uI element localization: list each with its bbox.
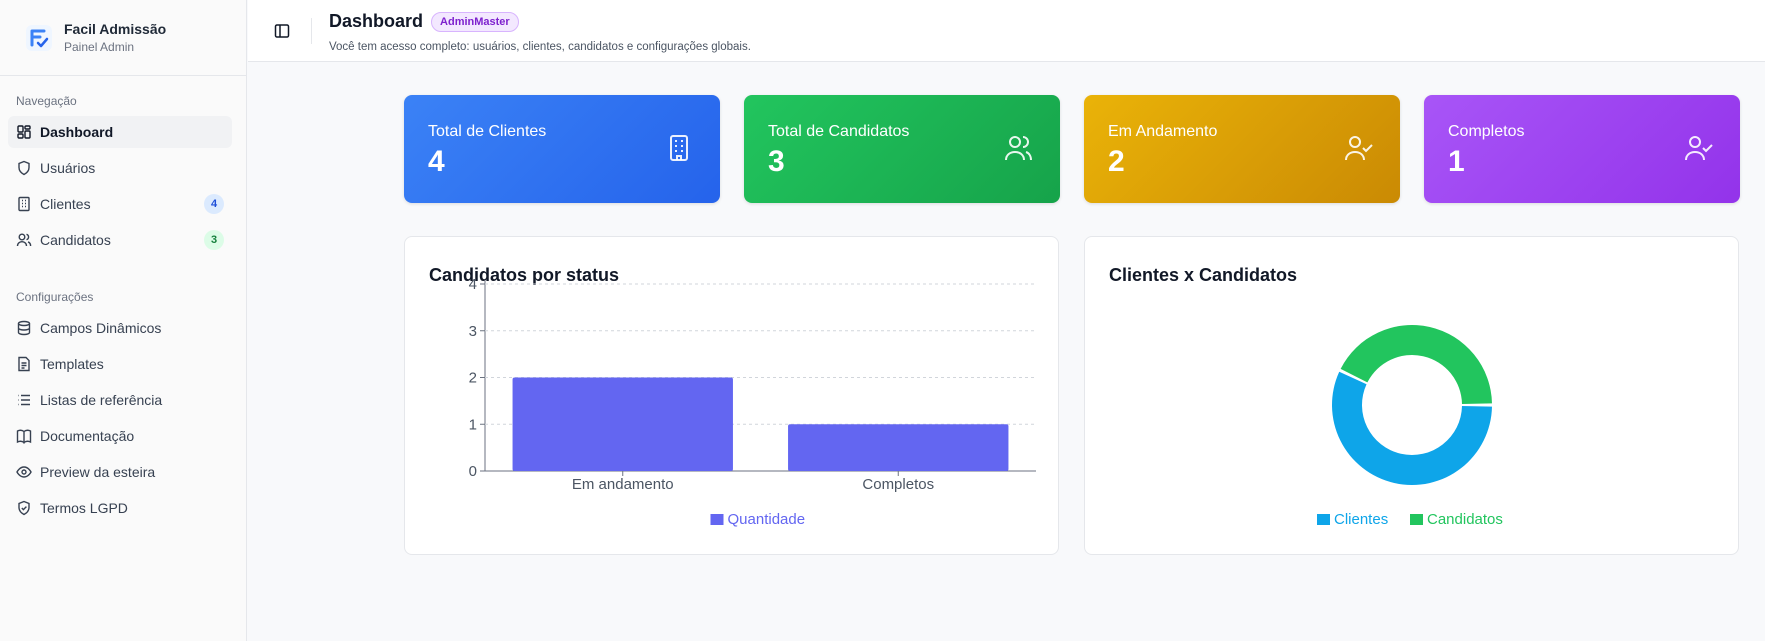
chart-card-candidatos-status: Candidatos por status 0 1 2 3 4 Em andamento C… xyxy=(404,236,1059,555)
page-title: Dashboard xyxy=(329,11,424,31)
donut-chart: Clientes Candidatos xyxy=(1317,324,1503,528)
bar-chart: 0 1 2 3 4 Em andamento Completos Quantidade xyxy=(469,276,1036,528)
sidebar-item-listas-referencia[interactable]: Listas de referência xyxy=(8,384,232,416)
chart-legend: Clientes Candidatos xyxy=(1317,511,1503,528)
dashboard-icon xyxy=(16,124,32,140)
x-tick-label: Completos xyxy=(862,476,934,493)
y-tick-label: 1 xyxy=(469,416,477,433)
y-tick-label: 2 xyxy=(469,370,477,387)
legend-label: Quantidade xyxy=(728,511,806,528)
database-icon xyxy=(16,320,32,336)
sidebar-toggle-button[interactable] xyxy=(270,19,294,43)
users-icon xyxy=(16,232,32,248)
header-divider xyxy=(311,18,312,44)
sidebar-item-label: Campos Dinâmicos xyxy=(40,320,162,336)
sidebar-item-termos-lgpd[interactable]: Termos LGPD xyxy=(8,492,232,524)
stat-card-em-andamento: Em Andamento 2 xyxy=(1084,95,1400,203)
sidebar-item-label: Documentação xyxy=(40,428,135,444)
user-check-icon xyxy=(1685,136,1713,161)
top-header: Dashboard AdminMaster Você tem acesso co… xyxy=(248,0,1765,62)
clientes-count-badge: 4 xyxy=(204,194,224,214)
brand-subtitle: Painel Admin xyxy=(64,40,135,54)
config-section-label: Configurações xyxy=(16,290,94,304)
sidebar-item-label: Templates xyxy=(40,356,104,372)
sidebar: Facil Admissão Painel Admin Navegação Da… xyxy=(0,0,247,641)
sidebar-item-label: Candidatos xyxy=(40,232,111,248)
legend-label: Candidatos xyxy=(1427,511,1503,528)
stat-card-completos: Completos 1 xyxy=(1424,95,1740,203)
stat-label: Total de Clientes xyxy=(428,123,547,140)
brand-name: Facil Admissão xyxy=(64,21,167,37)
nav-section-label: Navegação xyxy=(16,94,77,108)
nav-list: Dashboard Usuários Clientes 4 Candidatos… xyxy=(8,116,232,260)
stat-card-total-candidatos: Total de Candidatos 3 xyxy=(744,95,1060,203)
x-tick-label: Em andamento xyxy=(572,476,674,493)
candidatos-count-badge: 3 xyxy=(204,230,224,250)
panel-left-icon xyxy=(274,24,290,38)
stat-card-total-clientes: Total de Clientes 4 xyxy=(404,95,720,203)
bar xyxy=(788,424,1009,471)
sidebar-item-label: Termos LGPD xyxy=(40,500,128,516)
page-description: Você tem acesso completo: usuários, clie… xyxy=(329,41,751,53)
sidebar-item-candidatos[interactable]: Candidatos 3 xyxy=(8,224,232,256)
sidebar-item-label: Dashboard xyxy=(40,124,114,140)
sidebar-item-dashboard[interactable]: Dashboard xyxy=(8,116,232,148)
stat-value: 1 xyxy=(1448,145,1465,178)
sidebar-item-label: Usuários xyxy=(40,160,96,176)
users-icon xyxy=(1005,136,1032,161)
list-icon xyxy=(16,392,32,408)
stat-label: Em Andamento xyxy=(1108,123,1218,140)
brand[interactable]: Facil Admissão Painel Admin xyxy=(0,0,246,76)
sidebar-item-documentacao[interactable]: Documentação xyxy=(8,420,232,452)
building-icon xyxy=(16,196,32,212)
sidebar-item-label: Listas de referência xyxy=(40,392,163,408)
shield-icon xyxy=(16,160,32,176)
user-check-icon xyxy=(1345,136,1373,161)
sidebar-item-clientes[interactable]: Clientes 4 xyxy=(8,188,232,220)
stat-value: 3 xyxy=(768,145,785,178)
sidebar-item-campos-dinamicos[interactable]: Campos Dinâmicos xyxy=(8,312,232,344)
chart-legend: Quantidade xyxy=(710,511,806,528)
legend-swatch xyxy=(1317,514,1330,525)
legend-label: Clientes xyxy=(1334,511,1388,528)
legend-swatch xyxy=(1410,514,1423,525)
role-badge: AdminMaster xyxy=(431,11,519,32)
config-list: Campos Dinâmicos Templates Listas de ref… xyxy=(8,312,232,528)
y-tick-label: 0 xyxy=(469,463,477,480)
sidebar-item-label: Preview da esteira xyxy=(40,464,156,480)
file-icon xyxy=(16,356,32,372)
sidebar-item-usuarios[interactable]: Usuários xyxy=(8,152,232,184)
stat-value: 4 xyxy=(428,145,445,178)
sidebar-item-preview-esteira[interactable]: Preview da esteira xyxy=(8,456,232,488)
eye-icon xyxy=(16,464,32,480)
stat-label: Total de Candidatos xyxy=(768,123,910,140)
legend-swatch xyxy=(710,514,724,525)
chart-card-clientes-candidatos: Clientes x Candidatos Clientes Candidatos xyxy=(1084,236,1739,555)
stat-label: Completos xyxy=(1448,123,1525,140)
book-icon xyxy=(16,428,32,444)
bar xyxy=(512,377,733,471)
building-icon xyxy=(670,135,688,161)
y-tick-label: 4 xyxy=(469,276,477,293)
stat-value: 2 xyxy=(1108,145,1125,178)
shield-check-icon xyxy=(16,500,32,516)
sidebar-item-templates[interactable]: Templates xyxy=(8,348,232,380)
sidebar-item-label: Clientes xyxy=(40,196,91,212)
y-tick-label: 3 xyxy=(469,323,477,340)
brand-logo-icon xyxy=(24,23,54,53)
